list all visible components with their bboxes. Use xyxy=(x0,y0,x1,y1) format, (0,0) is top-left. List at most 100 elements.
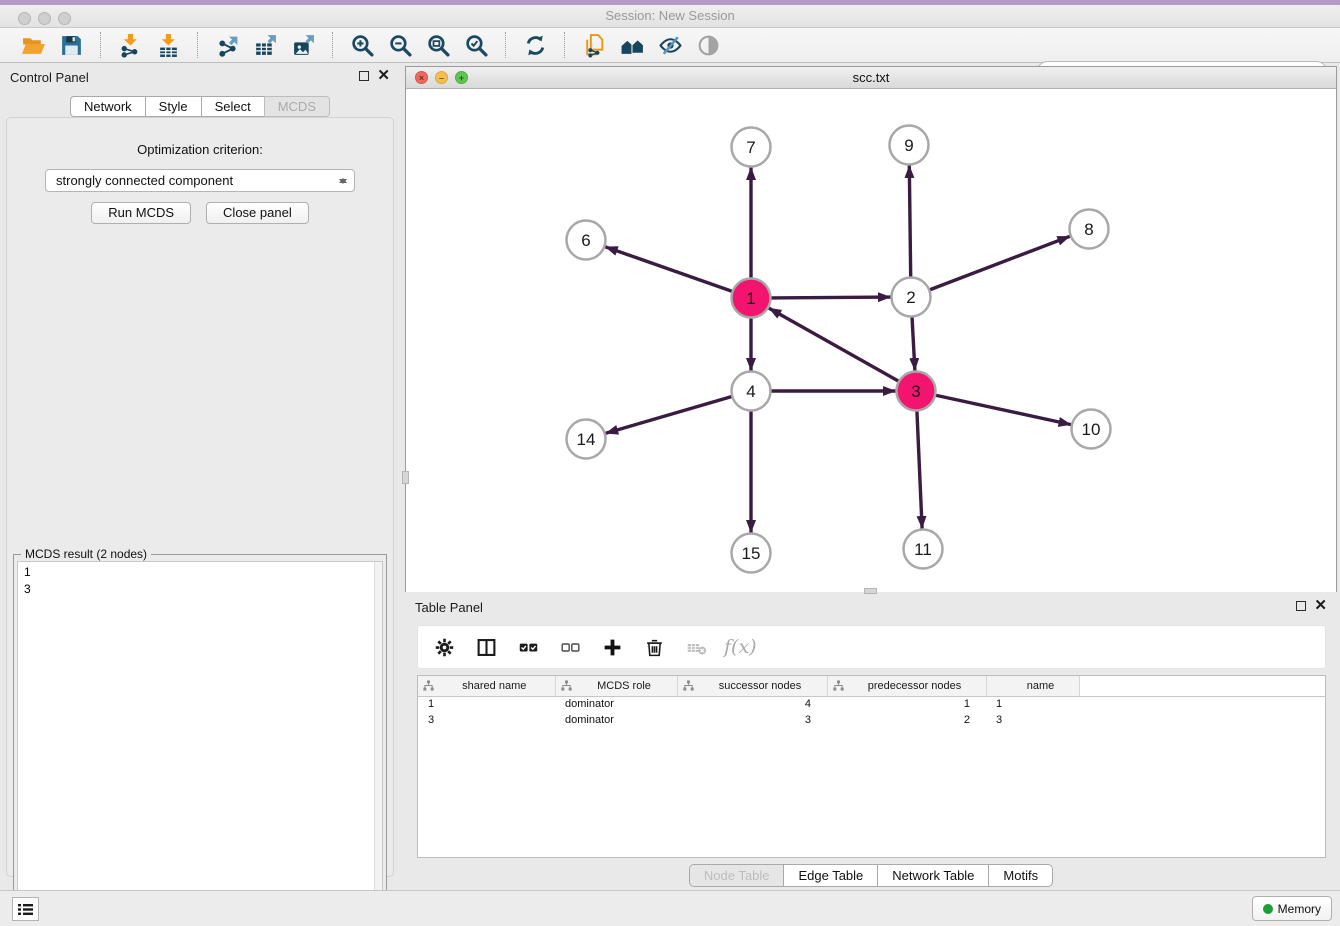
memory-status-icon xyxy=(1263,904,1273,914)
node-3[interactable]: 3 xyxy=(897,372,936,411)
table-row[interactable]: 3dominator323 xyxy=(418,712,1325,728)
table-options-gear-icon[interactable] xyxy=(430,633,458,661)
control-panel-float-icon[interactable] xyxy=(359,71,369,81)
control-panel-title: Control Panel xyxy=(10,70,89,85)
save-session-icon[interactable] xyxy=(54,30,88,60)
node-6[interactable]: 6 xyxy=(567,221,606,260)
column-header-shared-name[interactable]: shared name xyxy=(418,676,555,696)
table-row[interactable]: 1dominator411 xyxy=(418,696,1325,712)
control-tab-select[interactable]: Select xyxy=(201,96,264,117)
node-8[interactable]: 8 xyxy=(1070,210,1109,249)
table-panel: Table Panel ✕ f(x) shared nameMCDS roles… xyxy=(405,596,1337,888)
show-hide-icon[interactable] xyxy=(653,30,687,60)
control-tab-network[interactable]: Network xyxy=(70,96,145,117)
node-10[interactable]: 10 xyxy=(1072,410,1111,449)
close-panel-button[interactable]: Close panel xyxy=(206,202,309,224)
list-icon xyxy=(18,903,33,916)
left-splitter-grip[interactable] xyxy=(402,471,409,484)
main-toolbar xyxy=(0,28,1340,63)
zoom-selected-icon[interactable] xyxy=(459,30,493,60)
svg-text:15: 15 xyxy=(742,544,761,563)
control-tab-mcds[interactable]: MCDS xyxy=(264,96,330,117)
first-neighbors-icon[interactable] xyxy=(615,30,649,60)
import-network-icon[interactable] xyxy=(113,30,147,60)
edge-2-3[interactable] xyxy=(912,317,915,371)
select-all-icon[interactable] xyxy=(514,633,542,661)
svg-text:6: 6 xyxy=(581,231,590,250)
edge-1-6[interactable] xyxy=(605,247,732,292)
column-header-MCDS-role[interactable]: MCDS role xyxy=(555,676,677,696)
svg-text:11: 11 xyxy=(914,540,932,559)
refresh-icon[interactable] xyxy=(518,30,552,60)
mcds-panel-body: Optimization criterion: strongly connect… xyxy=(6,117,394,877)
fit-content-icon[interactable] xyxy=(421,30,455,60)
table-tab-motifs[interactable]: Motifs xyxy=(988,864,1053,887)
mcds-result-group: MCDS result (2 nodes) 13 xyxy=(13,554,387,926)
memory-button[interactable]: Memory xyxy=(1252,896,1332,921)
table-panel-float-icon[interactable] xyxy=(1296,601,1306,611)
node-9[interactable]: 9 xyxy=(890,126,929,165)
export-network-icon[interactable] xyxy=(210,30,244,60)
application-window: Session: New Session xyxy=(0,0,1340,926)
run-mcds-button[interactable]: Run MCDS xyxy=(91,202,191,224)
disabled-eye-icon xyxy=(691,30,725,60)
control-tab-style[interactable]: Style xyxy=(145,96,201,117)
table-tab-network-table[interactable]: Network Table xyxy=(877,864,988,887)
edge-2-9[interactable] xyxy=(909,166,910,278)
unselect-all-icon[interactable] xyxy=(556,633,584,661)
network-window-titlebar[interactable]: × – + scc.txt xyxy=(406,67,1336,89)
node-table[interactable]: shared nameMCDS rolesuccessor nodesprede… xyxy=(417,675,1326,858)
add-row-icon[interactable] xyxy=(598,633,626,661)
node-1[interactable]: 1 xyxy=(732,279,771,318)
node-4[interactable]: 4 xyxy=(732,372,771,411)
tree-icon xyxy=(833,680,844,691)
function-builder-icon: f(x) xyxy=(724,636,757,658)
mcds-result-text[interactable]: 13 xyxy=(17,561,383,921)
column-header-predecessor-nodes[interactable]: predecessor nodes xyxy=(827,676,986,696)
new-network-from-selection-icon[interactable] xyxy=(577,30,611,60)
import-table-icon[interactable] xyxy=(151,30,185,60)
svg-text:7: 7 xyxy=(746,138,755,157)
tree-icon xyxy=(683,680,694,691)
node-14[interactable]: 14 xyxy=(567,420,606,459)
table-panel-tabs: Node TableEdge TableNetwork TableMotifs xyxy=(405,864,1337,887)
svg-text:3: 3 xyxy=(911,382,920,401)
task-history-button[interactable] xyxy=(12,897,39,921)
node-2[interactable]: 2 xyxy=(892,278,931,317)
network-canvas[interactable]: 7 9 6 8 1 2 4 3 14 10 15 11 xyxy=(406,89,1336,592)
edge-3-10[interactable] xyxy=(935,395,1071,425)
svg-text:4: 4 xyxy=(746,382,755,401)
table-tab-node-table[interactable]: Node Table xyxy=(689,864,784,887)
zoom-in-icon[interactable] xyxy=(345,30,379,60)
mcds-result-scrollbar[interactable] xyxy=(374,562,382,920)
column-header-successor-nodes[interactable]: successor nodes xyxy=(677,676,827,696)
edge-3-1[interactable] xyxy=(769,308,899,381)
network-window-title: scc.txt xyxy=(406,70,1336,85)
table-tab-edge-table[interactable]: Edge Table xyxy=(783,864,877,887)
edge-4-14[interactable] xyxy=(606,396,733,433)
export-table-icon[interactable] xyxy=(248,30,282,60)
node-7[interactable]: 7 xyxy=(732,128,771,167)
edge-1-2[interactable] xyxy=(771,297,891,298)
bottom-splitter-grip[interactable] xyxy=(864,588,877,594)
network-view-window: × – + scc.txt 7 9 6 8 1 2 4 3 14 10 15 11 xyxy=(405,66,1337,592)
column-header-name[interactable]: name xyxy=(986,676,1079,696)
svg-text:14: 14 xyxy=(577,430,596,449)
open-session-icon[interactable] xyxy=(16,30,50,60)
edge-2-8[interactable] xyxy=(929,236,1070,290)
svg-text:10: 10 xyxy=(1082,420,1101,439)
svg-text:1: 1 xyxy=(746,289,755,308)
node-15[interactable]: 15 xyxy=(732,534,771,573)
edge-3-11[interactable] xyxy=(917,411,922,529)
export-image-icon[interactable] xyxy=(286,30,320,60)
table-panel-close-icon[interactable]: ✕ xyxy=(1314,600,1327,612)
control-panel-close-icon[interactable]: ✕ xyxy=(377,70,390,82)
optimization-criterion-dropdown[interactable]: strongly connected component xyxy=(45,169,355,192)
choose-columns-icon[interactable] xyxy=(472,633,500,661)
svg-text:9: 9 xyxy=(904,136,913,155)
table-toolbar: f(x) xyxy=(417,625,1326,669)
delete-row-icon[interactable] xyxy=(640,633,668,661)
node-11[interactable]: 11 xyxy=(904,530,943,569)
optimization-criterion-label: Optimization criterion: xyxy=(7,142,393,157)
zoom-out-icon[interactable] xyxy=(383,30,417,60)
